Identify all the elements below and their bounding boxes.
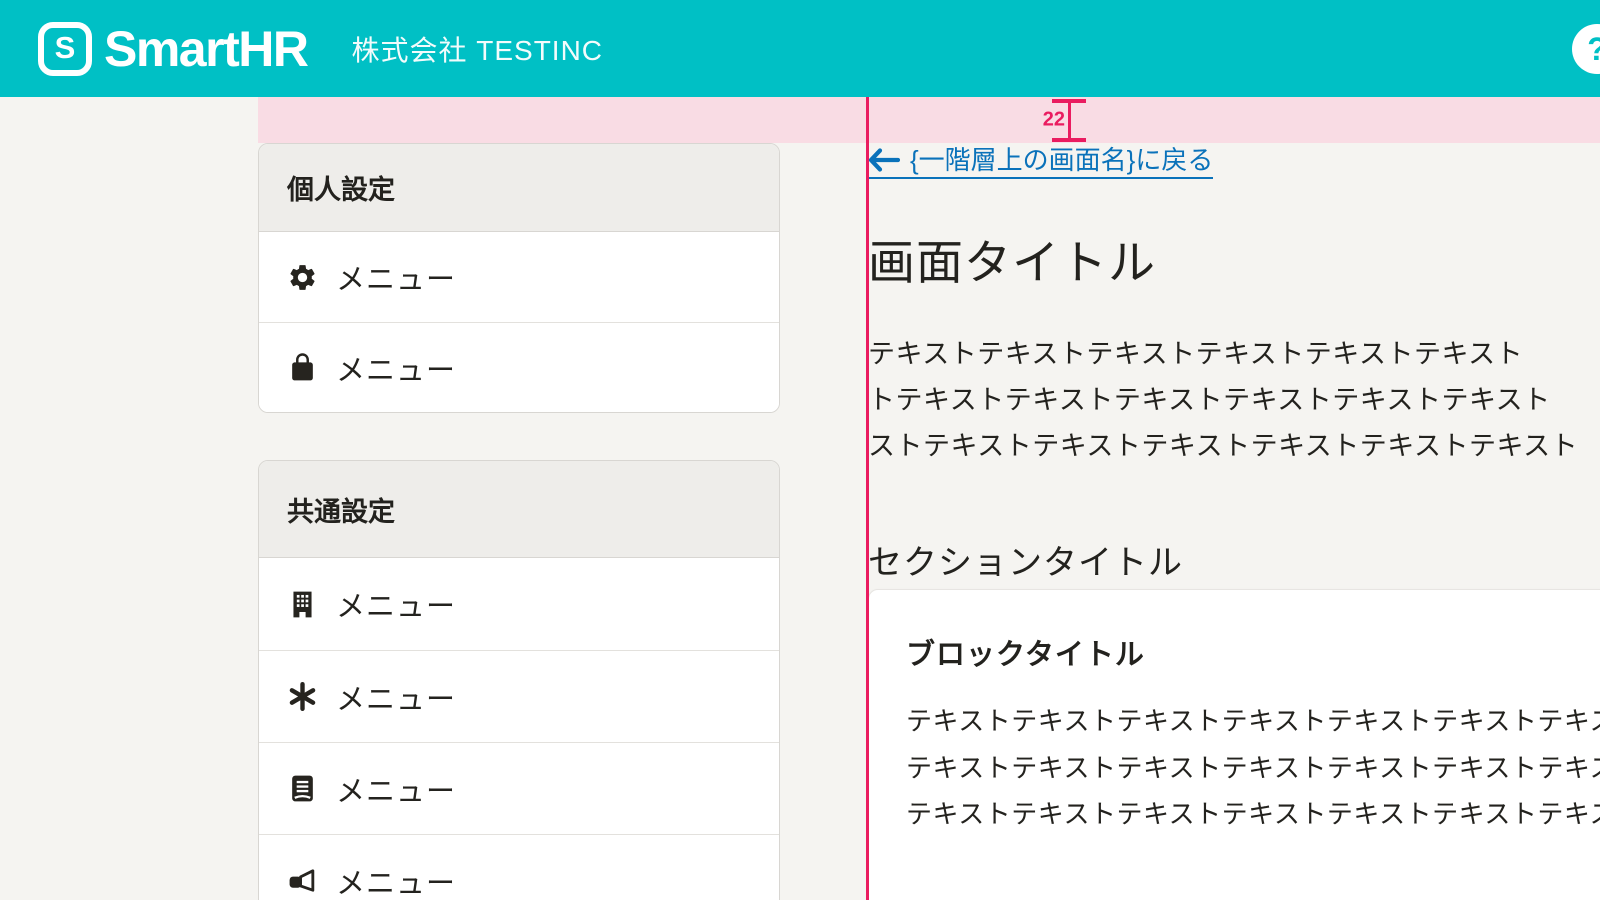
- page-title: 画面タイトル: [868, 235, 1578, 291]
- asterisk-icon: [287, 681, 318, 712]
- block-text-line: テキストテキストテキストテキストテキストテキストテキスト: [906, 791, 1600, 838]
- sidebar-item-label: メニュー: [336, 676, 456, 718]
- sidebar-item-label: メニュー: [336, 860, 456, 900]
- spacing-highlight-band: [258, 97, 1600, 143]
- spacing-value: 22: [1043, 108, 1065, 131]
- company-name: 株式会社 TESTINC: [351, 29, 603, 69]
- book-icon: [287, 773, 318, 804]
- sidebar-item-common-3[interactable]: メニュー: [259, 742, 779, 834]
- sidebar-item-label: メニュー: [336, 347, 456, 389]
- page-description-line: トテキストテキストテキストテキストテキストテキスト: [868, 377, 1578, 423]
- measure-stem: [1068, 99, 1071, 142]
- megaphone-icon: [287, 865, 318, 896]
- group-title-personal: 個人設定: [259, 144, 779, 232]
- sidebar-item-common-1[interactable]: メニュー: [259, 558, 779, 650]
- lock-icon: [287, 352, 318, 383]
- app-header: S SmartHR 株式会社 TESTINC ?: [0, 0, 1600, 97]
- main-content: {一階層上の画面名}に戻る 画面タイトル テキストテキストテキストテキストテキス…: [868, 143, 1578, 584]
- page-description: テキストテキストテキストテキストテキストテキスト トテキストテキストテキストテキ…: [868, 331, 1578, 469]
- section-title: セクションタイトル: [868, 535, 1578, 584]
- help-glyph: ?: [1587, 31, 1600, 68]
- sidebar-item-label: メニュー: [336, 583, 456, 625]
- sidebar-item-personal-1[interactable]: メニュー: [259, 232, 779, 322]
- measure-bottom-bar: [1052, 138, 1086, 142]
- arrow-left-icon: [868, 148, 900, 172]
- group-title-common: 共通設定: [259, 461, 779, 558]
- smarthr-logo-mark-icon: S: [38, 22, 92, 76]
- page-description-line: ストテキストテキストテキストテキストテキストテキスト: [868, 423, 1578, 469]
- gear-icon: [287, 262, 318, 293]
- sidebar-item-common-4[interactable]: メニュー: [259, 834, 779, 900]
- logo-letter: S: [55, 32, 76, 63]
- brand-wordmark: SmartHR: [104, 24, 307, 74]
- sidebar-item-label: メニュー: [336, 768, 456, 810]
- personal-settings-group: 個人設定 メニュー メニュー: [258, 143, 780, 413]
- content-left-edge-rule: [866, 97, 869, 900]
- block-title: ブロックタイトル: [906, 631, 1145, 673]
- sidebar-item-common-2[interactable]: メニュー: [259, 650, 779, 742]
- common-settings-group: 共通設定 メニュー: [258, 460, 780, 900]
- block-text-line: テキストテキストテキストテキストテキストテキストテキスト: [906, 698, 1600, 745]
- screen: S SmartHR 株式会社 TESTINC ? 22 個人設定 メニュー: [0, 0, 1600, 900]
- page-description-line: テキストテキストテキストテキストテキストテキスト: [868, 331, 1578, 377]
- back-link[interactable]: {一階層上の画面名}に戻る: [868, 145, 1213, 179]
- spacing-measure-marker: 22: [1052, 99, 1086, 142]
- back-link-label: {一階層上の画面名}に戻る: [910, 145, 1213, 175]
- building-icon: [287, 589, 318, 620]
- sidebar-item-personal-2[interactable]: メニュー: [259, 322, 779, 412]
- block-text-line: テキストテキストテキストテキストテキストテキストテキスト: [906, 745, 1600, 792]
- block-text: テキストテキストテキストテキストテキストテキストテキスト テキストテキストテキス…: [906, 698, 1600, 838]
- smarthr-logo[interactable]: S SmartHR: [38, 22, 307, 76]
- settings-sidebar: 個人設定 メニュー メニュー 共通設定: [258, 143, 780, 900]
- sidebar-item-label: メニュー: [336, 256, 456, 298]
- content-block-card: ブロックタイトル テキストテキストテキストテキストテキストテキストテキスト テキ…: [868, 589, 1600, 900]
- help-icon[interactable]: ?: [1572, 24, 1600, 74]
